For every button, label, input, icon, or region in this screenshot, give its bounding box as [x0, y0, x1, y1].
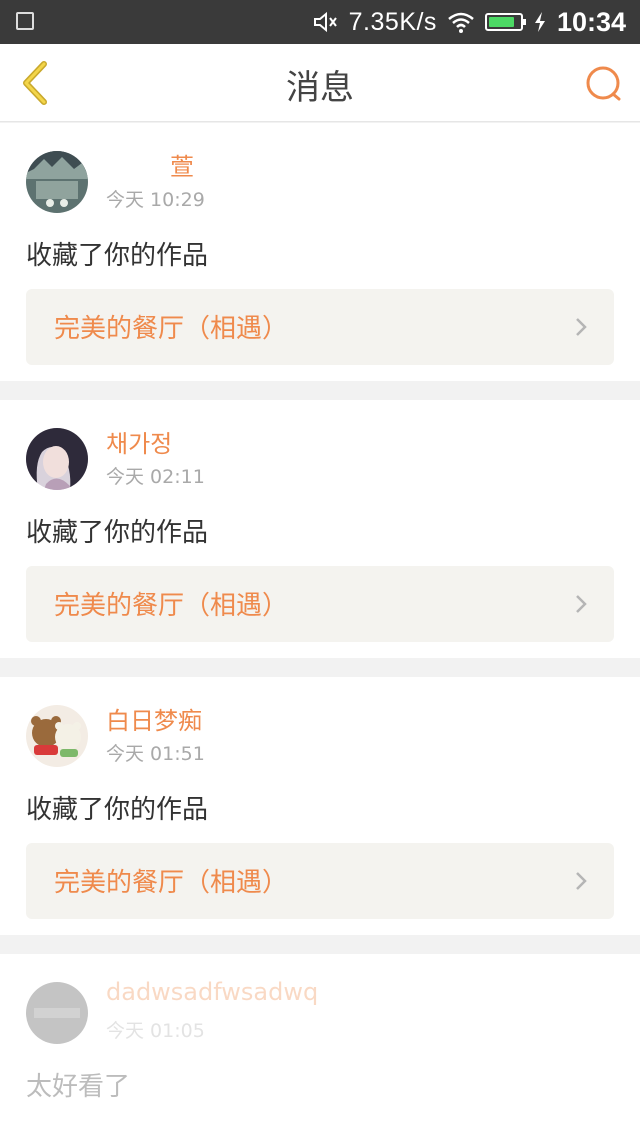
- message-time: 今天 10:29: [106, 189, 205, 211]
- avatar[interactable]: [26, 705, 88, 767]
- message-time: 今天 01:05: [106, 1020, 205, 1042]
- user-name[interactable]: 채가정: [106, 424, 172, 459]
- chevron-right-icon: [576, 318, 587, 336]
- user-name[interactable]: 萱: [170, 147, 194, 182]
- user-name[interactable]: dadwsadfwsadwq: [106, 978, 318, 1006]
- message-time: 今天 01:51: [106, 743, 205, 765]
- user-name[interactable]: 白日梦痴: [106, 701, 202, 736]
- avatar[interactable]: [26, 428, 88, 490]
- message-item[interactable]: dadwsadfwsadwq 今天 01:05 太好看了: [0, 954, 640, 1138]
- avatar[interactable]: [26, 151, 88, 213]
- message-text: 收藏了你的作品: [26, 518, 209, 548]
- battery-level: [488, 17, 515, 27]
- search-button[interactable]: [582, 62, 626, 106]
- chevron-right-icon: [576, 872, 587, 890]
- message-text: 太好看了: [26, 1072, 131, 1102]
- work-link[interactable]: 完美的餐厅（相遇）: [26, 566, 614, 642]
- message-time: 今天 02:11: [106, 466, 205, 488]
- message-item[interactable]: 채가정 今天 02:11 收藏了你的作品 完美的餐厅（相遇）: [0, 400, 640, 658]
- work-title: 完美的餐厅（相遇）: [54, 868, 289, 898]
- avatar[interactable]: [26, 982, 88, 1044]
- work-link[interactable]: 完美的餐厅（相遇）: [26, 843, 614, 919]
- nav-bar: 消息: [0, 44, 640, 122]
- search-icon: [586, 66, 621, 101]
- charging-icon: [534, 12, 545, 32]
- screenshot-icon: [16, 12, 34, 30]
- work-title: 完美的餐厅（相遇）: [54, 314, 289, 344]
- message-item[interactable]: 白日梦痴 今天 01:51 收藏了你的作品 完美的餐厅（相遇）: [0, 677, 640, 935]
- wifi-icon: [448, 12, 474, 33]
- page-title: 消息: [286, 68, 354, 108]
- message-list: 萱 今天 10:29 收藏了你的作品 完美的餐厅（相遇） 채가정 今天 02:1…: [0, 123, 640, 1138]
- status-icons: 7.35K/s 10:34: [313, 0, 626, 44]
- work-link[interactable]: 完美的餐厅（相遇）: [26, 289, 614, 365]
- chevron-right-icon: [576, 595, 587, 613]
- mute-icon: [313, 11, 337, 33]
- status-bar: 7.35K/s 10:34: [0, 0, 640, 44]
- work-title: 完美的餐厅（相遇）: [54, 591, 289, 621]
- clock: 10:34: [556, 6, 626, 37]
- network-speed: 7.35K/s: [348, 7, 437, 36]
- message-item[interactable]: 萱 今天 10:29 收藏了你的作品 完美的餐厅（相遇）: [0, 123, 640, 381]
- message-text: 收藏了你的作品: [26, 795, 209, 825]
- message-text: 收藏了你的作品: [26, 241, 209, 271]
- battery-icon: [484, 13, 526, 31]
